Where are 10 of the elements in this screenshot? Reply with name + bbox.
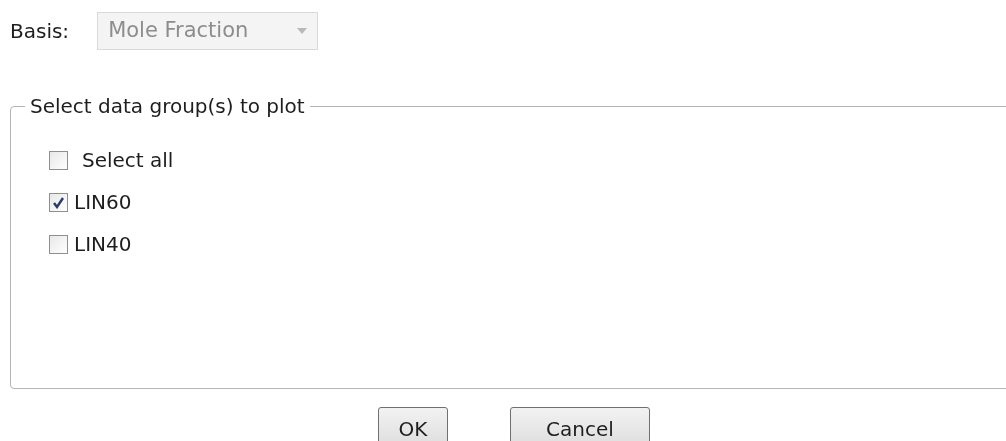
ok-button[interactable]: OK: [378, 407, 448, 441]
cancel-button[interactable]: Cancel: [510, 407, 650, 441]
basis-label: Basis:: [10, 18, 70, 45]
checkbox-item[interactable]: Select all: [49, 147, 1006, 173]
caret-icon: [297, 28, 308, 34]
checkbox[interactable]: [49, 150, 68, 170]
checkbox-item[interactable]: LIN60: [49, 189, 1006, 215]
checkbox-item[interactable]: LIN40: [49, 231, 1006, 257]
checkbox[interactable]: [49, 192, 68, 212]
checkbox[interactable]: [49, 234, 68, 254]
